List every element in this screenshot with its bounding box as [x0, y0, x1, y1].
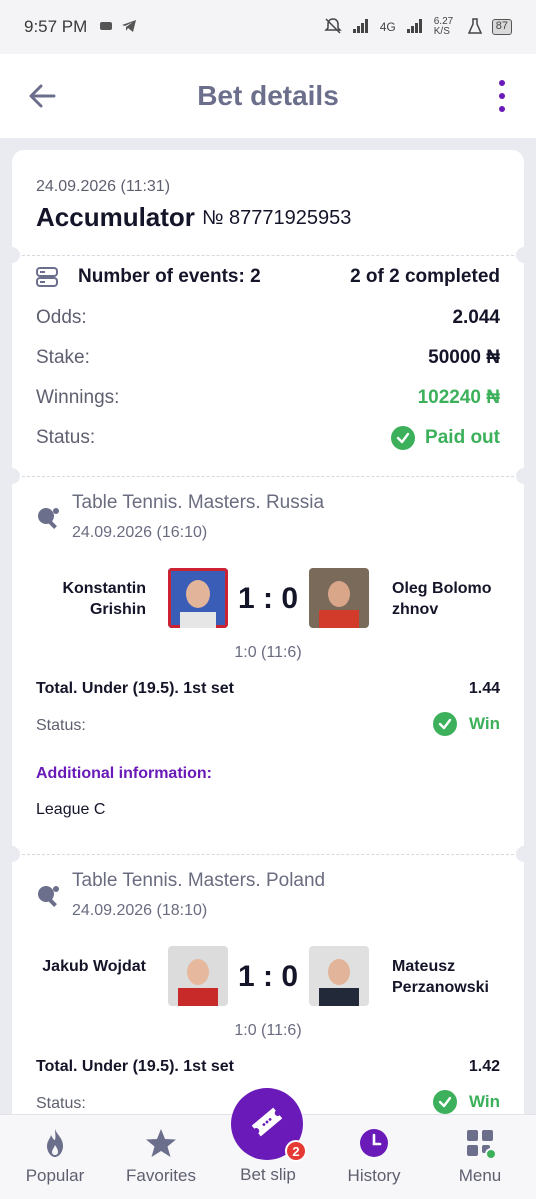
winnings-value: 102240 ₦ — [417, 387, 500, 408]
stake-row: Stake: 50000 ₦ — [36, 347, 500, 369]
status-bar: 9:57 PM 4G 6.27 K/S 87 — [0, 0, 536, 54]
player-1-avatar — [168, 568, 228, 628]
player-1-name: Jakub Wojdat — [42, 958, 146, 975]
mute-icon — [323, 17, 342, 38]
flask-icon — [467, 17, 482, 37]
events-count: Number of events: 2 — [78, 266, 261, 287]
player-2-avatar — [309, 946, 369, 1006]
divider — [22, 854, 514, 855]
card-notch — [516, 468, 524, 484]
star-icon — [145, 1127, 177, 1159]
event-odds: 1.44 — [468, 680, 500, 697]
nav-history-label: History — [347, 1166, 401, 1185]
player-1-name: Konstantin Grishin — [62, 580, 146, 618]
status-time: 9:57 PM — [24, 17, 88, 36]
check-circle-icon — [391, 426, 416, 450]
bet-type: Accumulator — [36, 202, 195, 232]
ticket-icon — [249, 1104, 285, 1145]
network-speed: 6.27 K/S — [433, 16, 454, 37]
event-status-value: Win — [468, 1092, 500, 1111]
page-title: Bet details — [197, 80, 339, 111]
nav-betslip-label: Bet slip — [240, 1165, 296, 1184]
bet-status-value: Paid out — [425, 427, 500, 448]
card-notch — [516, 846, 524, 862]
odds-label: Odds: — [36, 307, 87, 328]
player-1-avatar — [168, 946, 228, 1006]
event-date: 24.09.2026 (16:10) — [72, 524, 208, 541]
events-completed: 2 of 2 completed — [350, 266, 500, 287]
player-2-avatar — [309, 568, 369, 628]
event-market: Total. Under (19.5). 1st set — [36, 1058, 234, 1075]
nav-favorites-label: Favorites — [126, 1166, 196, 1185]
grid-menu-icon — [464, 1127, 497, 1160]
event-subscore: 1:0 (11:6) — [234, 644, 302, 661]
card-notch — [12, 247, 20, 263]
events-summary-row: Number of events: 2 2 of 2 completed — [36, 266, 500, 288]
stake-label: Stake: — [36, 347, 90, 368]
events-list-icon — [36, 267, 58, 287]
check-circle-icon — [432, 712, 457, 736]
odds-row: Odds: 2.044 — [36, 307, 500, 329]
event-league: Table Tennis. Masters. Russia — [72, 492, 325, 513]
card-notch — [12, 468, 20, 484]
app-bar: Bet details — [0, 54, 536, 138]
divider — [22, 476, 514, 477]
status-label: Status: — [36, 427, 96, 448]
event-status-value: Win — [468, 714, 500, 733]
event-score: 1 : 0 — [237, 582, 299, 615]
bet-date: 24.09.2026 (11:31) — [36, 178, 171, 195]
table-tennis-icon — [36, 884, 60, 908]
event-odds: 1.42 — [468, 1058, 500, 1075]
event-league: Table Tennis. Masters. Poland — [72, 870, 326, 891]
back-arrow-icon[interactable] — [24, 78, 60, 114]
bet-details-card: 24.09.2026 (11:31) Accumulator № 8777192… — [12, 150, 524, 1150]
additional-info-label: Additional information: — [36, 765, 212, 782]
nav-menu[interactable]: Menu — [430, 1115, 530, 1199]
player-2-name: Mateusz Perzanowski — [392, 958, 489, 996]
winnings-label: Winnings: — [36, 387, 120, 408]
nav-menu-label: Menu — [458, 1166, 502, 1185]
bet-slip-count-badge: 2 — [285, 1140, 307, 1162]
winnings-row: Winnings: 102240 ₦ — [36, 387, 500, 409]
network-type: 4G — [379, 20, 396, 34]
card-notch — [12, 846, 20, 862]
event-status-label: Status: — [36, 717, 86, 734]
check-circle-icon — [432, 1090, 457, 1114]
notification-icon — [99, 19, 113, 36]
clock-icon — [358, 1127, 390, 1159]
stake-value: 50000 ₦ — [428, 347, 500, 368]
signal-icon — [352, 18, 370, 37]
bet-number: № 87771925953 — [202, 207, 352, 229]
event-status-label: Status: — [36, 1095, 86, 1112]
event-date: 24.09.2026 (18:10) — [72, 902, 208, 919]
nav-history[interactable]: History — [324, 1115, 424, 1199]
additional-info-value: League C — [36, 801, 106, 818]
telegram-icon — [121, 19, 137, 36]
event-market: Total. Under (19.5). 1st set — [36, 680, 234, 697]
player-2-name: Oleg Bolomo zhnov — [392, 580, 492, 618]
odds-value: 2.044 — [452, 307, 500, 328]
table-tennis-icon — [36, 506, 60, 530]
nav-popular[interactable]: Popular — [5, 1115, 105, 1199]
event-score: 1 : 0 — [237, 960, 299, 993]
status-row: Status: Paid out — [36, 426, 500, 450]
more-options-icon[interactable] — [496, 80, 508, 112]
signal-icon-2 — [406, 18, 424, 37]
battery-indicator: 87 — [491, 19, 512, 35]
nav-popular-label: Popular — [25, 1166, 85, 1185]
card-notch — [516, 247, 524, 263]
flame-icon — [39, 1127, 71, 1159]
event-subscore: 1:0 (11:6) — [234, 1022, 302, 1039]
divider — [22, 255, 514, 256]
nav-favorites[interactable]: Favorites — [111, 1115, 211, 1199]
